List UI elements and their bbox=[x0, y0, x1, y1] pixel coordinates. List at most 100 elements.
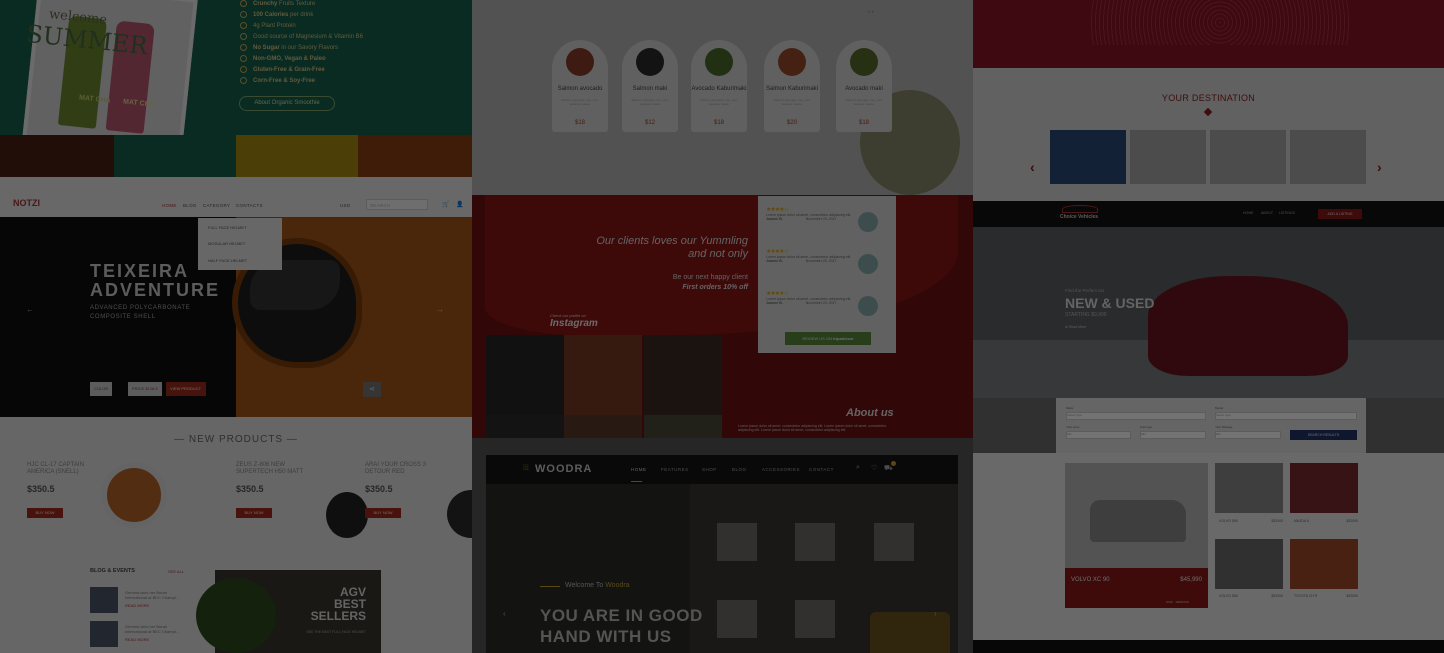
blog-item[interactable]: Gemma wins her Burah International at BEC… bbox=[90, 621, 180, 647]
blog-thumbnail bbox=[90, 587, 118, 613]
car-card-image[interactable] bbox=[1290, 463, 1358, 513]
woodra-logo[interactable]: WOODRA bbox=[535, 463, 592, 475]
woodra-nav-contact[interactable]: CONTACT bbox=[809, 467, 834, 472]
footer-strip bbox=[973, 640, 1444, 653]
blog-see-all-link[interactable]: SEE ALL bbox=[168, 569, 184, 574]
destination-section bbox=[973, 68, 1444, 201]
dotted-map bbox=[1090, 0, 1350, 45]
instagram-title[interactable]: Instagram bbox=[550, 318, 598, 329]
form-label: Year price bbox=[1066, 425, 1080, 429]
woodra-nav-accessories[interactable]: ACCESSORIES bbox=[762, 467, 800, 472]
currency-select[interactable]: USD bbox=[340, 203, 350, 208]
form-label: Model bbox=[1215, 406, 1224, 410]
review-item: ★★★★☆ Lorem ipsum dolor sit amet, consec… bbox=[766, 248, 886, 274]
notzi-logo[interactable]: NOTZI bbox=[13, 198, 40, 208]
dropdown-item[interactable]: FULL FACE HELMET bbox=[208, 225, 247, 230]
destination-image[interactable] bbox=[1130, 130, 1206, 184]
cart-icon[interactable]: 🛒 bbox=[442, 201, 449, 208]
woodra-nav-blog[interactable]: BLOG bbox=[732, 467, 747, 472]
instagram-photo[interactable] bbox=[564, 415, 642, 438]
clients-heading: Our clients loves our Yummling and not on… bbox=[596, 235, 748, 260]
prev-arrow-icon[interactable]: ‹ bbox=[503, 609, 506, 618]
form-label: Make bbox=[1066, 406, 1074, 410]
car-card-image[interactable] bbox=[1215, 463, 1283, 513]
blog-item[interactable]: Gemma wins her Burah International at BEC… bbox=[90, 587, 180, 613]
share-icon[interactable]: ⋖ bbox=[363, 382, 381, 397]
woodra-logo-icon: ⁞⁞⁞ bbox=[523, 465, 529, 472]
price-select[interactable]: Min bbox=[1066, 431, 1131, 439]
instagram-photo[interactable] bbox=[644, 335, 722, 415]
sushi-card[interactable]: Avocado Kaburimaki Salmon, avocado, rice,… bbox=[691, 40, 747, 132]
color-selector[interactable]: COLOR bbox=[90, 382, 113, 396]
red-car-image bbox=[1148, 276, 1348, 376]
nav-blog[interactable]: BLOG bbox=[183, 203, 197, 208]
happy-client-text: Be our next happy client First orders 10%… bbox=[672, 274, 748, 291]
helmet-image bbox=[326, 492, 368, 538]
instagram-photo[interactable] bbox=[486, 415, 564, 438]
cart-badge bbox=[891, 461, 896, 466]
choice-vehicles-logo[interactable]: Choice Vehicles bbox=[1060, 214, 1098, 220]
sushi-image bbox=[778, 48, 806, 76]
search-icon[interactable]: ⌕ bbox=[856, 464, 860, 472]
color-strip bbox=[358, 135, 472, 177]
next-arrow-icon[interactable]: › bbox=[934, 609, 937, 618]
car-nav-listings[interactable]: LISTINGS bbox=[1279, 211, 1295, 215]
buy-now-button[interactable]: BUY NOW bbox=[236, 508, 272, 518]
about-smoothie-button[interactable]: About Organic Smoothie bbox=[239, 96, 335, 111]
tripadvisor-badge[interactable]: REVIEW US ON tripadvisor bbox=[785, 332, 871, 345]
destination-image[interactable] bbox=[1050, 130, 1126, 184]
sushi-card[interactable]: Avocado maki Salmon, avocado, rice, nori,… bbox=[836, 40, 892, 132]
car-card-image[interactable] bbox=[1215, 539, 1283, 589]
review-item: ★★★★☆ Lorem ipsum dolor sit amet, consec… bbox=[766, 206, 886, 232]
product-card[interactable]: HJC CL-17 CAPTAIN AMERICA (SNELL) $350.5… bbox=[27, 462, 167, 547]
sushi-card[interactable]: Salmon maki Salmon, avocado, rice, nori, … bbox=[622, 40, 678, 132]
destination-image[interactable] bbox=[1290, 130, 1366, 184]
car-nav-about[interactable]: ABOUT bbox=[1261, 211, 1273, 215]
instagram-photo[interactable] bbox=[564, 335, 642, 415]
featured-car-meta: 2016 12000 KM bbox=[1166, 600, 1189, 604]
next-arrow-icon[interactable]: → bbox=[436, 305, 444, 314]
next-arrow-icon[interactable]: › bbox=[1377, 159, 1382, 175]
buy-now-button[interactable]: BUY NOW bbox=[365, 508, 401, 518]
mileage-select[interactable]: Min bbox=[1215, 431, 1281, 439]
woodra-nav-features[interactable]: FEATURES bbox=[661, 467, 689, 472]
car-card-image[interactable] bbox=[1290, 539, 1358, 589]
make-select[interactable]: Select type bbox=[1066, 412, 1206, 420]
add-listing-button[interactable]: ADD A LISTING bbox=[1318, 209, 1362, 219]
dropdown-item[interactable]: MODULAR HELMET bbox=[208, 241, 245, 246]
nav-home[interactable]: HOME bbox=[162, 203, 177, 208]
agv-banner-subtitle: SEE THE BEST FULL FACE HELMET bbox=[306, 630, 366, 634]
sushi-description: Salmon, avocado, rice, nori, sesame, sau… bbox=[700, 98, 738, 106]
view-product-button[interactable]: VIEW PRODUCT bbox=[166, 382, 206, 396]
search-results-button[interactable]: SEARCH RESULTS bbox=[1290, 430, 1357, 440]
heart-icon[interactable]: ♡ bbox=[871, 464, 877, 472]
fuel-select[interactable]: Min bbox=[1140, 431, 1206, 439]
read-more-link[interactable]: ⊕ Read More bbox=[1065, 325, 1086, 329]
sushi-card[interactable]: Salmon Kaburimaki Salmon, avocado, rice, … bbox=[764, 40, 820, 132]
sushi-price: $18 bbox=[858, 120, 869, 126]
price-label: PRICE $128.8 bbox=[128, 382, 162, 396]
product-card[interactable]: ZEUS Z-806 NEW SUPERTECH H50 MATT $350.5… bbox=[236, 462, 376, 547]
woodra-nav-home[interactable]: HOME bbox=[631, 467, 647, 472]
sushi-card[interactable]: Salmon avocado Salmon, avocado, rice, nor… bbox=[552, 40, 608, 132]
nav-category[interactable]: CATEGORY bbox=[203, 203, 230, 208]
woodra-nav-shop[interactable]: SHOP bbox=[702, 467, 717, 472]
car-logo-icon bbox=[1062, 205, 1098, 213]
feature-item: No Sugar in our Savory Flavors bbox=[240, 44, 338, 51]
product-name: HJC CL-17 CAPTAIN AMERICA (SNELL) bbox=[27, 462, 84, 475]
prev-arrow-icon[interactable]: ‹ bbox=[1030, 159, 1035, 175]
destination-image[interactable] bbox=[1210, 130, 1286, 184]
buy-now-button[interactable]: BUY NOW bbox=[27, 508, 63, 518]
sushi-description: Salmon, avocado, rice, nori, sesame, sau… bbox=[631, 98, 669, 106]
model-select[interactable]: Select type bbox=[1215, 412, 1357, 420]
wall-tile bbox=[874, 523, 914, 561]
instagram-photo[interactable] bbox=[486, 335, 564, 415]
car-nav-home[interactable]: HOME bbox=[1243, 211, 1254, 215]
helmet-navbar bbox=[0, 177, 472, 217]
nav-contacts[interactable]: CONTACTS bbox=[236, 203, 263, 208]
user-icon[interactable]: 👤 bbox=[456, 201, 463, 208]
instagram-photo[interactable] bbox=[644, 415, 722, 438]
helmet-image bbox=[196, 578, 276, 653]
prev-arrow-icon[interactable]: ← bbox=[26, 305, 34, 314]
carousel-dots[interactable]: • • bbox=[868, 10, 874, 16]
